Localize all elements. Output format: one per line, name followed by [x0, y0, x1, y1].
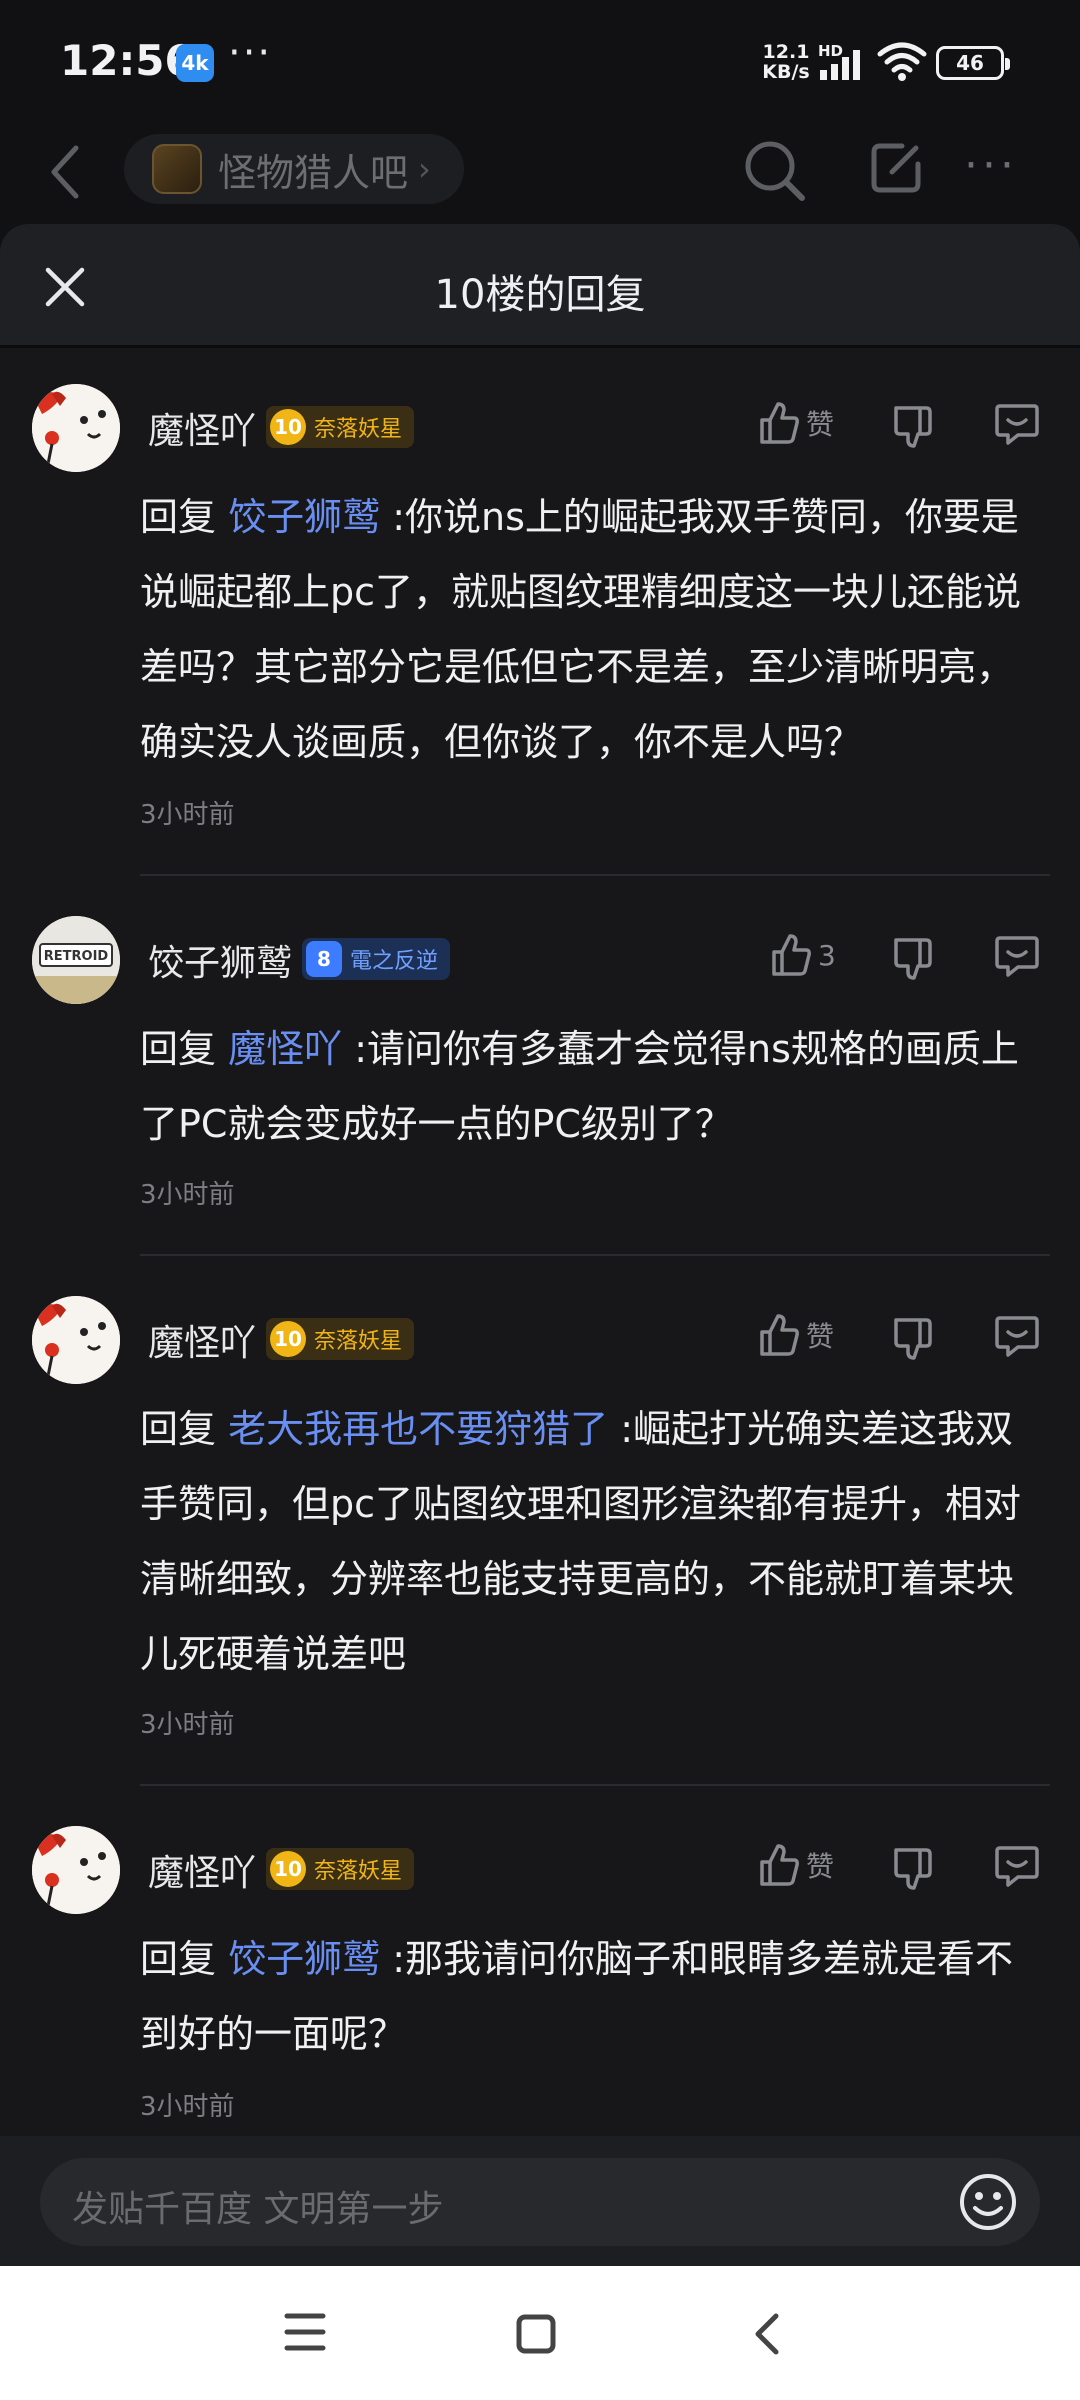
- level-number: 8: [306, 941, 342, 977]
- input-placeholder: 发贴千百度 文明第一步: [72, 2189, 444, 2230]
- like-label: 赞: [806, 1320, 835, 1353]
- like-label: 赞: [806, 408, 835, 441]
- like-button[interactable]: 赞: [758, 400, 834, 446]
- app-notification-icon: 4k: [176, 44, 214, 82]
- sheet-header: 10楼的回复: [0, 224, 1080, 348]
- avatar[interactable]: [32, 384, 120, 472]
- author-name[interactable]: 饺子狮鹫: [148, 934, 292, 986]
- level-badge: 10 奈落妖星: [266, 1848, 415, 1890]
- mention-link[interactable]: 饺子狮鹫: [228, 1937, 380, 1981]
- thumbs-down-icon[interactable]: [892, 1846, 934, 1892]
- forum-link[interactable]: 怪物猎人吧 ›: [124, 134, 464, 204]
- edit-post-icon[interactable]: [866, 138, 926, 198]
- thumbs-up-icon: [760, 402, 799, 444]
- mention-link[interactable]: 老大我再也不要狩猎了: [228, 1407, 608, 1451]
- forum-logo: [152, 144, 202, 194]
- network-speed-value: 12.1: [762, 41, 810, 63]
- status-time: 12:56: [60, 36, 194, 85]
- level-number: 10: [270, 1851, 306, 1887]
- author-name[interactable]: 魔怪吖: [148, 1314, 256, 1366]
- comment-input-bar: 发贴千百度 文明第一步: [0, 2136, 1080, 2266]
- back-arrow-icon[interactable]: [48, 144, 82, 200]
- comment-icon[interactable]: [994, 1844, 1040, 1888]
- reply-time: 3小时前: [140, 1710, 235, 1740]
- level-badge: 10 奈落妖星: [266, 406, 415, 448]
- reply-content: 回复 饺子狮鹫 :那我请问你脑子和眼睛多差就是看不到好的一面呢？: [140, 1922, 1050, 2072]
- avatar[interactable]: [32, 1826, 120, 1914]
- reply-content: 回复 魔怪吖 :请问你有多蠢才会觉得ns规格的画质上了PC就会变成好一点的PC级…: [140, 1012, 1050, 1162]
- chevron-right-icon: ›: [418, 150, 431, 188]
- network-speed: 12.1 KB/s: [756, 42, 816, 82]
- status-bar: 12:56 4k ··· 12.1 KB/s HD 46: [0, 0, 1080, 128]
- level-title: 電之反逆: [350, 949, 439, 974]
- emoji-icon[interactable]: [958, 2172, 1018, 2232]
- reply-time: 3小时前: [140, 1180, 235, 1210]
- forum-name: 怪物猎人吧: [218, 150, 409, 195]
- level-number: 10: [270, 409, 306, 445]
- reply-prefix: 回复: [140, 1407, 217, 1451]
- reply-content: 回复 饺子狮鹫 :你说ns上的崛起我双手赞同，你要是说崛起都上pc了，就贴图纹理…: [140, 480, 1050, 780]
- divider: [140, 1784, 1050, 1786]
- like-count: 3: [818, 938, 836, 972]
- thumbs-down-icon[interactable]: [892, 1316, 934, 1362]
- system-nav-bar: [0, 2266, 1080, 2400]
- comment-icon[interactable]: [994, 934, 1040, 978]
- search-icon[interactable]: [742, 138, 808, 204]
- avatar[interactable]: [32, 1296, 120, 1384]
- level-title: 奈落妖星: [314, 1859, 403, 1884]
- divider: [140, 1254, 1050, 1256]
- avatar[interactable]: RETROID: [32, 916, 120, 1004]
- comment-input[interactable]: 发贴千百度 文明第一步: [40, 2158, 1040, 2246]
- mention-link[interactable]: 魔怪吖: [228, 1027, 342, 1071]
- battery-icon: 46: [936, 46, 1010, 80]
- avatar-image: RETROID: [32, 916, 120, 1004]
- thumbs-down-icon[interactable]: [892, 936, 934, 982]
- avatar-image: [32, 384, 120, 472]
- reply-time: 3小时前: [140, 800, 235, 830]
- svg-text:RETROID: RETROID: [44, 949, 109, 964]
- sheet-title: 10楼的回复: [434, 272, 646, 318]
- thumbs-up-icon: [760, 1844, 799, 1886]
- thumbs-up-icon: [772, 934, 811, 976]
- comment-icon[interactable]: [994, 402, 1040, 446]
- author-name[interactable]: 魔怪吖: [148, 1844, 256, 1896]
- more-notifications-icon: ···: [228, 30, 273, 76]
- comment-icon[interactable]: [994, 1314, 1040, 1358]
- level-title: 奈落妖星: [314, 417, 403, 442]
- reply-prefix: 回复: [140, 1937, 217, 1981]
- level-number: 10: [270, 1321, 306, 1357]
- back-icon[interactable]: [752, 2312, 782, 2356]
- level-badge: 10 奈落妖星: [266, 1318, 415, 1360]
- more-options-icon[interactable]: ···: [964, 140, 1018, 191]
- mention-link[interactable]: 饺子狮鹫: [228, 495, 380, 539]
- recent-apps-icon[interactable]: [284, 2312, 326, 2352]
- wifi-icon: [877, 42, 927, 81]
- like-button[interactable]: 赞: [758, 1842, 834, 1888]
- reply-sheet: 10楼的回复 魔怪吖 10 奈落妖星 赞 回复 饺子狮鹫:你说ns上的崛起我双…: [0, 224, 1080, 2266]
- divider: [140, 874, 1050, 876]
- reply-content: 回复 老大我再也不要狩猎了 :崛起打光确实差这我双手赞同，但pc了贴图纹理和图形…: [140, 1392, 1050, 1692]
- reply-time: 3小时前: [140, 2092, 235, 2122]
- avatar-image: [32, 1826, 120, 1914]
- reply-prefix: 回复: [140, 495, 217, 539]
- like-button[interactable]: 赞: [758, 1312, 834, 1358]
- like-button[interactable]: 3: [770, 932, 836, 978]
- thumbs-down-icon[interactable]: [892, 404, 934, 450]
- author-name[interactable]: 魔怪吖: [148, 402, 256, 454]
- network-speed-unit: KB/s: [762, 61, 810, 83]
- level-badge: 8 電之反逆: [302, 938, 451, 980]
- signal-icon: [820, 50, 860, 80]
- avatar-image: [32, 1296, 120, 1384]
- level-title: 奈落妖星: [314, 1329, 403, 1354]
- home-icon[interactable]: [516, 2314, 556, 2354]
- reply-prefix: 回复: [140, 1027, 217, 1071]
- like-label: 赞: [806, 1850, 835, 1883]
- thumbs-up-icon: [760, 1314, 799, 1356]
